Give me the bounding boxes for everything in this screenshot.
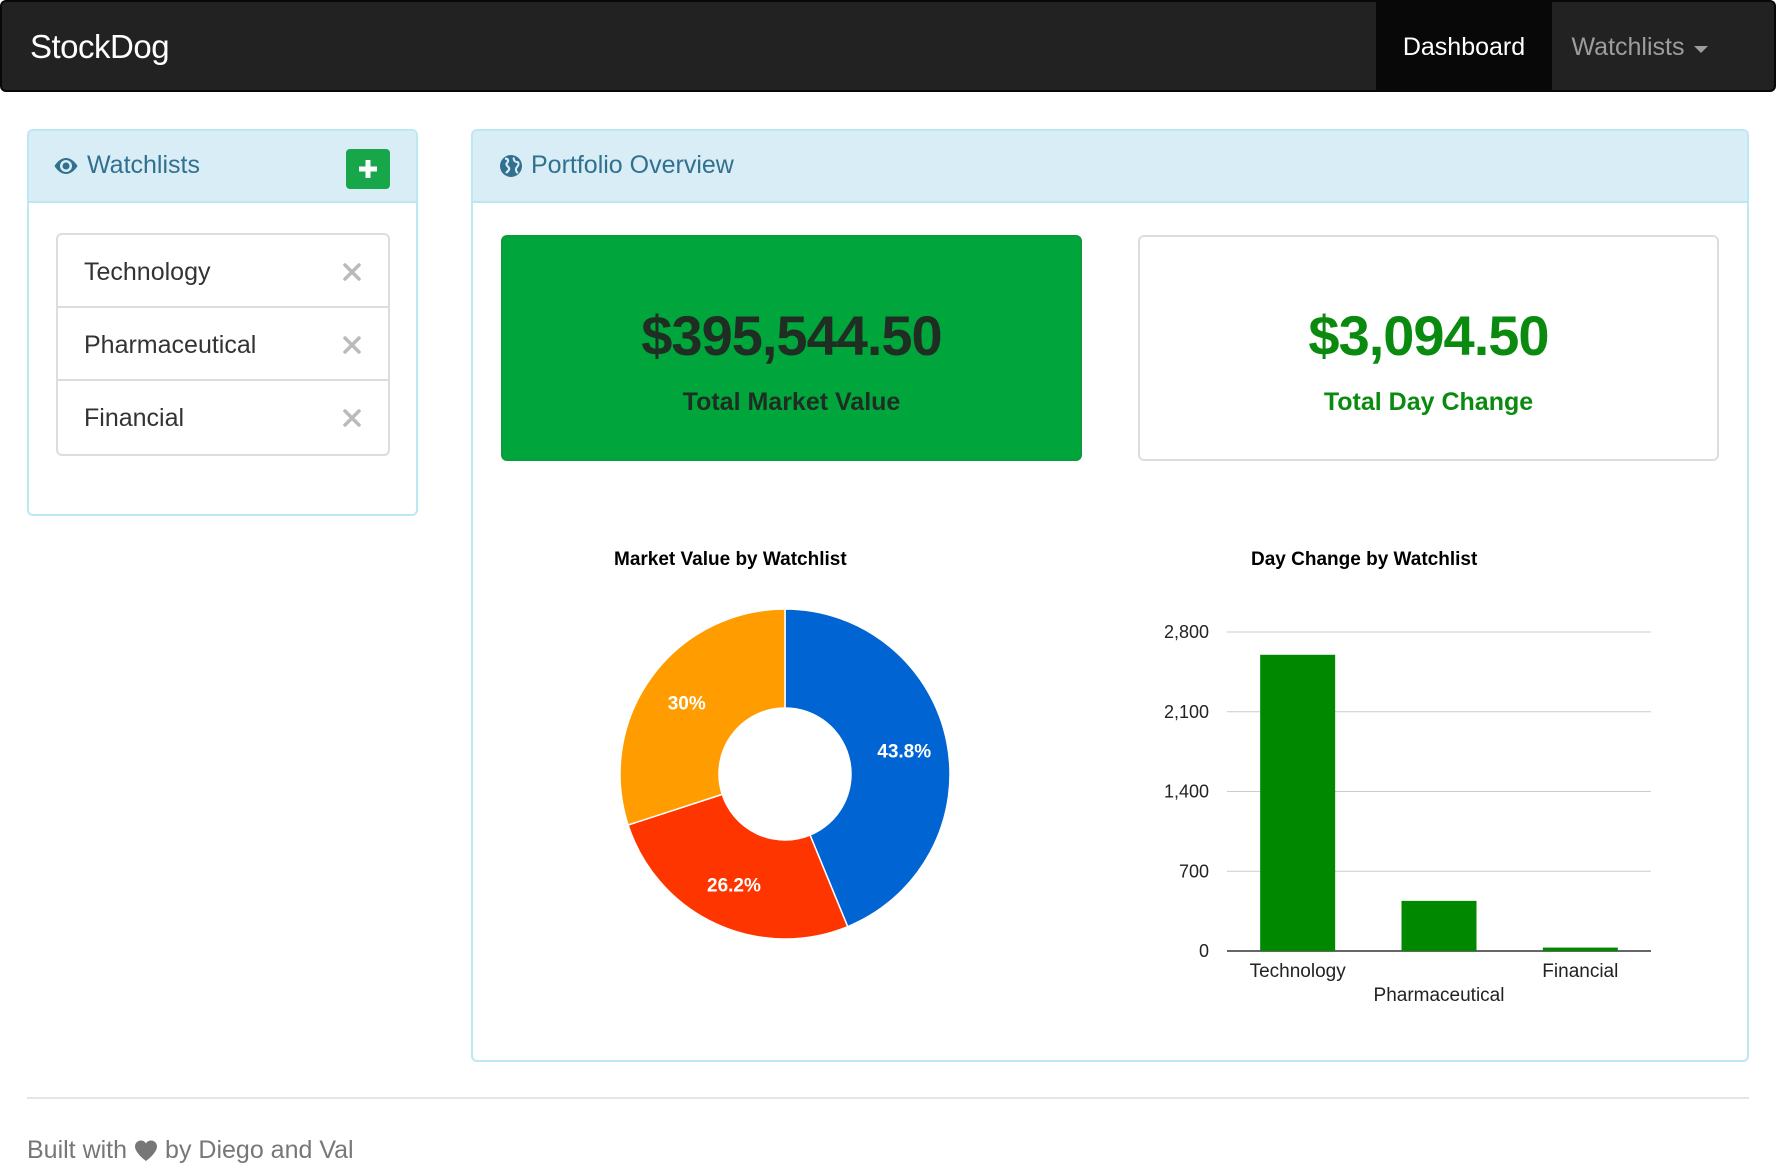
globe-icon — [500, 154, 522, 177]
portfolio-panel-heading: Portfolio Overview — [473, 131, 1747, 203]
total-market-value: $395,544.50 — [641, 304, 942, 367]
bar — [1542, 947, 1618, 951]
portfolio-overview-panel: Portfolio Overview $395,544.50 Total Mar… — [471, 129, 1749, 1062]
bar — [1260, 654, 1336, 951]
portfolio-panel-title: Portfolio Overview — [499, 151, 734, 180]
add-watchlist-button[interactable] — [346, 149, 390, 189]
footer: Built with by Diego and Val — [27, 1136, 354, 1165]
nav-dashboard-label: Dashboard — [1402, 32, 1526, 61]
pie-slice — [627, 793, 849, 940]
pie-chart-title: Market Value by Watchlist — [614, 549, 847, 570]
watchlists-panel-title: Watchlists — [53, 151, 200, 180]
close-icon[interactable] — [342, 408, 362, 428]
pie-slice-label: 26.2% — [707, 875, 761, 896]
y-tick-label: 700 — [1179, 861, 1209, 881]
watchlists-panel: Watchlists Technology Pharmaceutical Fin… — [27, 129, 418, 516]
footer-suffix: by Diego and Val — [165, 1136, 354, 1164]
pie-slice — [619, 608, 786, 826]
bar — [1401, 900, 1477, 951]
close-icon[interactable] — [342, 335, 362, 355]
close-icon[interactable] — [342, 262, 362, 282]
total-day-change-label: Total Day Change — [1323, 388, 1534, 416]
pie-slice-label: 30% — [668, 694, 706, 715]
total-market-value-box: $395,544.50 Total Market Value — [501, 235, 1082, 461]
footer-prefix: Built with — [27, 1136, 128, 1164]
navbar: StockDog Dashboard Watchlists — [0, 0, 1776, 92]
total-day-change-box: $3,094.50 Total Day Change — [1138, 235, 1719, 461]
y-tick-label: 2,100 — [1164, 702, 1209, 722]
watchlist-list: Technology Pharmaceutical Financial — [56, 233, 390, 456]
x-tick-label: Pharmaceutical — [1374, 985, 1505, 1006]
total-market-value-label: Total Market Value — [682, 388, 901, 416]
footer-divider — [27, 1097, 1749, 1099]
brand-logo[interactable]: StockDog — [30, 28, 170, 66]
pie-slice-label: 43.8% — [877, 741, 931, 762]
portfolio-title-text: Portfolio Overview — [531, 151, 734, 179]
y-tick-label: 1,400 — [1164, 782, 1209, 802]
x-tick-label: Technology — [1250, 961, 1347, 982]
watchlists-panel-heading: Watchlists — [29, 131, 416, 203]
watchlist-item-technology[interactable]: Technology — [58, 235, 388, 308]
bar-chart-title: Day Change by Watchlist — [1251, 549, 1478, 570]
heart-icon — [135, 1140, 158, 1161]
market-value-donut-chart: 43.8% 26.2% 30% — [619, 608, 951, 940]
y-tick-label: 0 — [1199, 941, 1209, 961]
y-tick-label: 2,800 — [1164, 622, 1209, 642]
nav-watchlists-dropdown[interactable]: Watchlists — [1552, 2, 1728, 92]
watchlist-item-label: Pharmaceutical — [84, 331, 257, 359]
caret-down-icon — [1694, 45, 1709, 53]
day-change-bar-chart: 0 700 1,400 2,100 2,800 Technology Pharmaceuti… — [1164, 622, 1651, 1006]
watchlist-item-financial[interactable]: Financial — [58, 381, 388, 454]
watchlist-item-pharmaceutical[interactable]: Pharmaceutical — [58, 308, 388, 381]
nav-watchlists-label: Watchlists — [1571, 32, 1685, 61]
watchlists-title-text: Watchlists — [87, 151, 200, 179]
eye-icon — [54, 157, 78, 174]
watchlist-item-label: Technology — [84, 258, 211, 286]
watchlist-item-label: Financial — [84, 404, 185, 432]
nav-dashboard[interactable]: Dashboard — [1376, 2, 1552, 92]
x-tick-label: Financial — [1542, 961, 1618, 982]
plus-icon — [359, 160, 377, 178]
total-day-change: $3,094.50 — [1308, 304, 1549, 367]
